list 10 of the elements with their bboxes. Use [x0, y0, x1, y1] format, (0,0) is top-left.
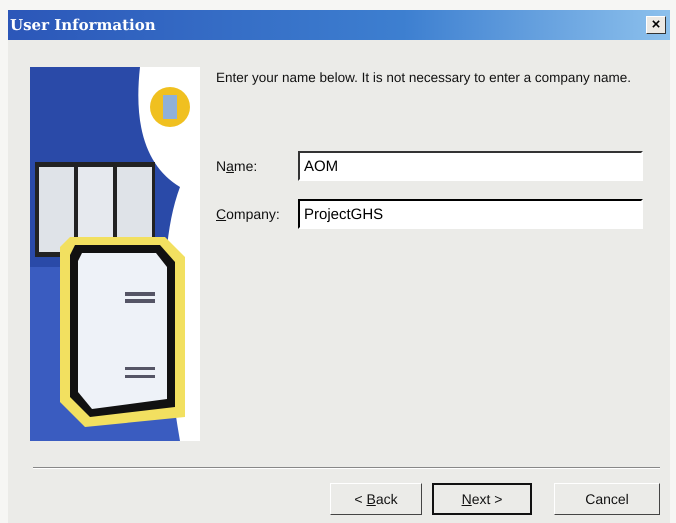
close-button[interactable]: × — [646, 16, 666, 34]
instruction-text: Enter your name below. It is not necessary to enter a company name. — [216, 69, 632, 86]
input-field[interactable]: ProjectGHS — [298, 199, 643, 229]
field-label: Name: — [216, 158, 258, 174]
input-field[interactable]: AOM — [298, 151, 643, 181]
field-label: Company: — [216, 206, 281, 222]
dialog-button[interactable]: Cancel — [554, 483, 660, 515]
dialog-button[interactable]: Next > — [432, 483, 532, 515]
window-title: User Information — [10, 16, 156, 34]
dialog-button[interactable]: < Back — [330, 483, 422, 515]
